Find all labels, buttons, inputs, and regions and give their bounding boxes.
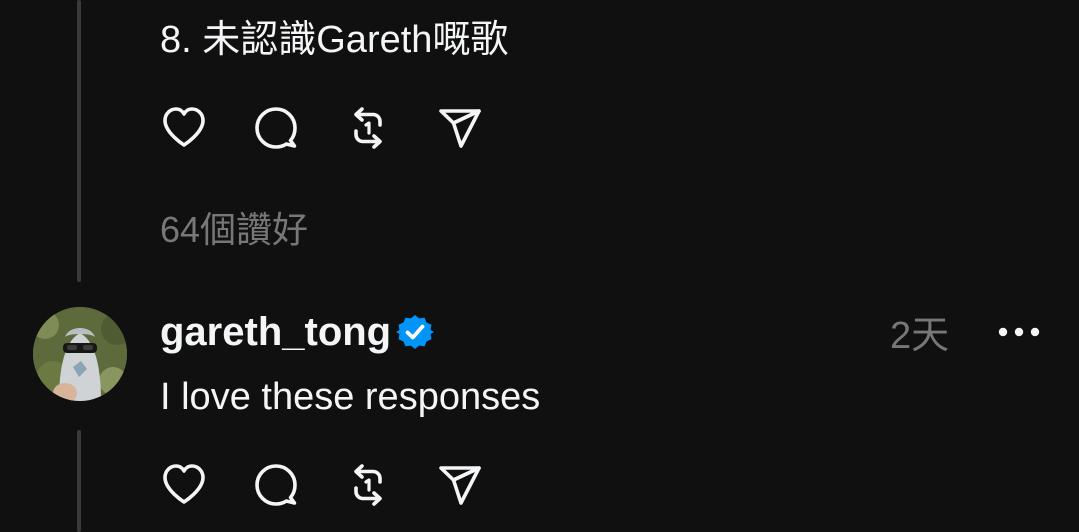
verified-badge [396,313,434,351]
thread-line [77,0,81,282]
heart-icon [163,464,205,504]
post-text: 8. 未認識Gareth嘅歌 [160,19,509,61]
avatar[interactable] [33,307,127,401]
verified-icon [396,315,434,349]
reply-button[interactable] [250,102,302,154]
send-icon [439,466,481,505]
more-icon [998,327,1040,337]
post-actions [158,102,526,154]
like-button[interactable] [158,459,210,511]
likes-count[interactable]: 64個讚好 [160,208,308,252]
heart-icon [163,107,205,147]
repost-button[interactable] [342,102,394,154]
profile-photo [33,307,127,401]
share-button[interactable] [434,459,486,511]
timestamp: 2天 [890,315,950,357]
share-button[interactable] [434,102,486,154]
reply-button[interactable] [250,459,302,511]
comment-icon [255,464,297,506]
reply-actions [158,459,526,511]
repost-icon [354,464,382,506]
more-options-button[interactable] [996,316,1042,348]
username[interactable]: gareth_tong [160,308,391,356]
repost-button[interactable] [342,459,394,511]
comment-icon [255,107,297,149]
send-icon [439,109,481,148]
thread-line [77,430,81,532]
repost-icon [354,107,382,149]
reply-text: I love these responses [160,376,541,418]
like-button[interactable] [158,102,210,154]
